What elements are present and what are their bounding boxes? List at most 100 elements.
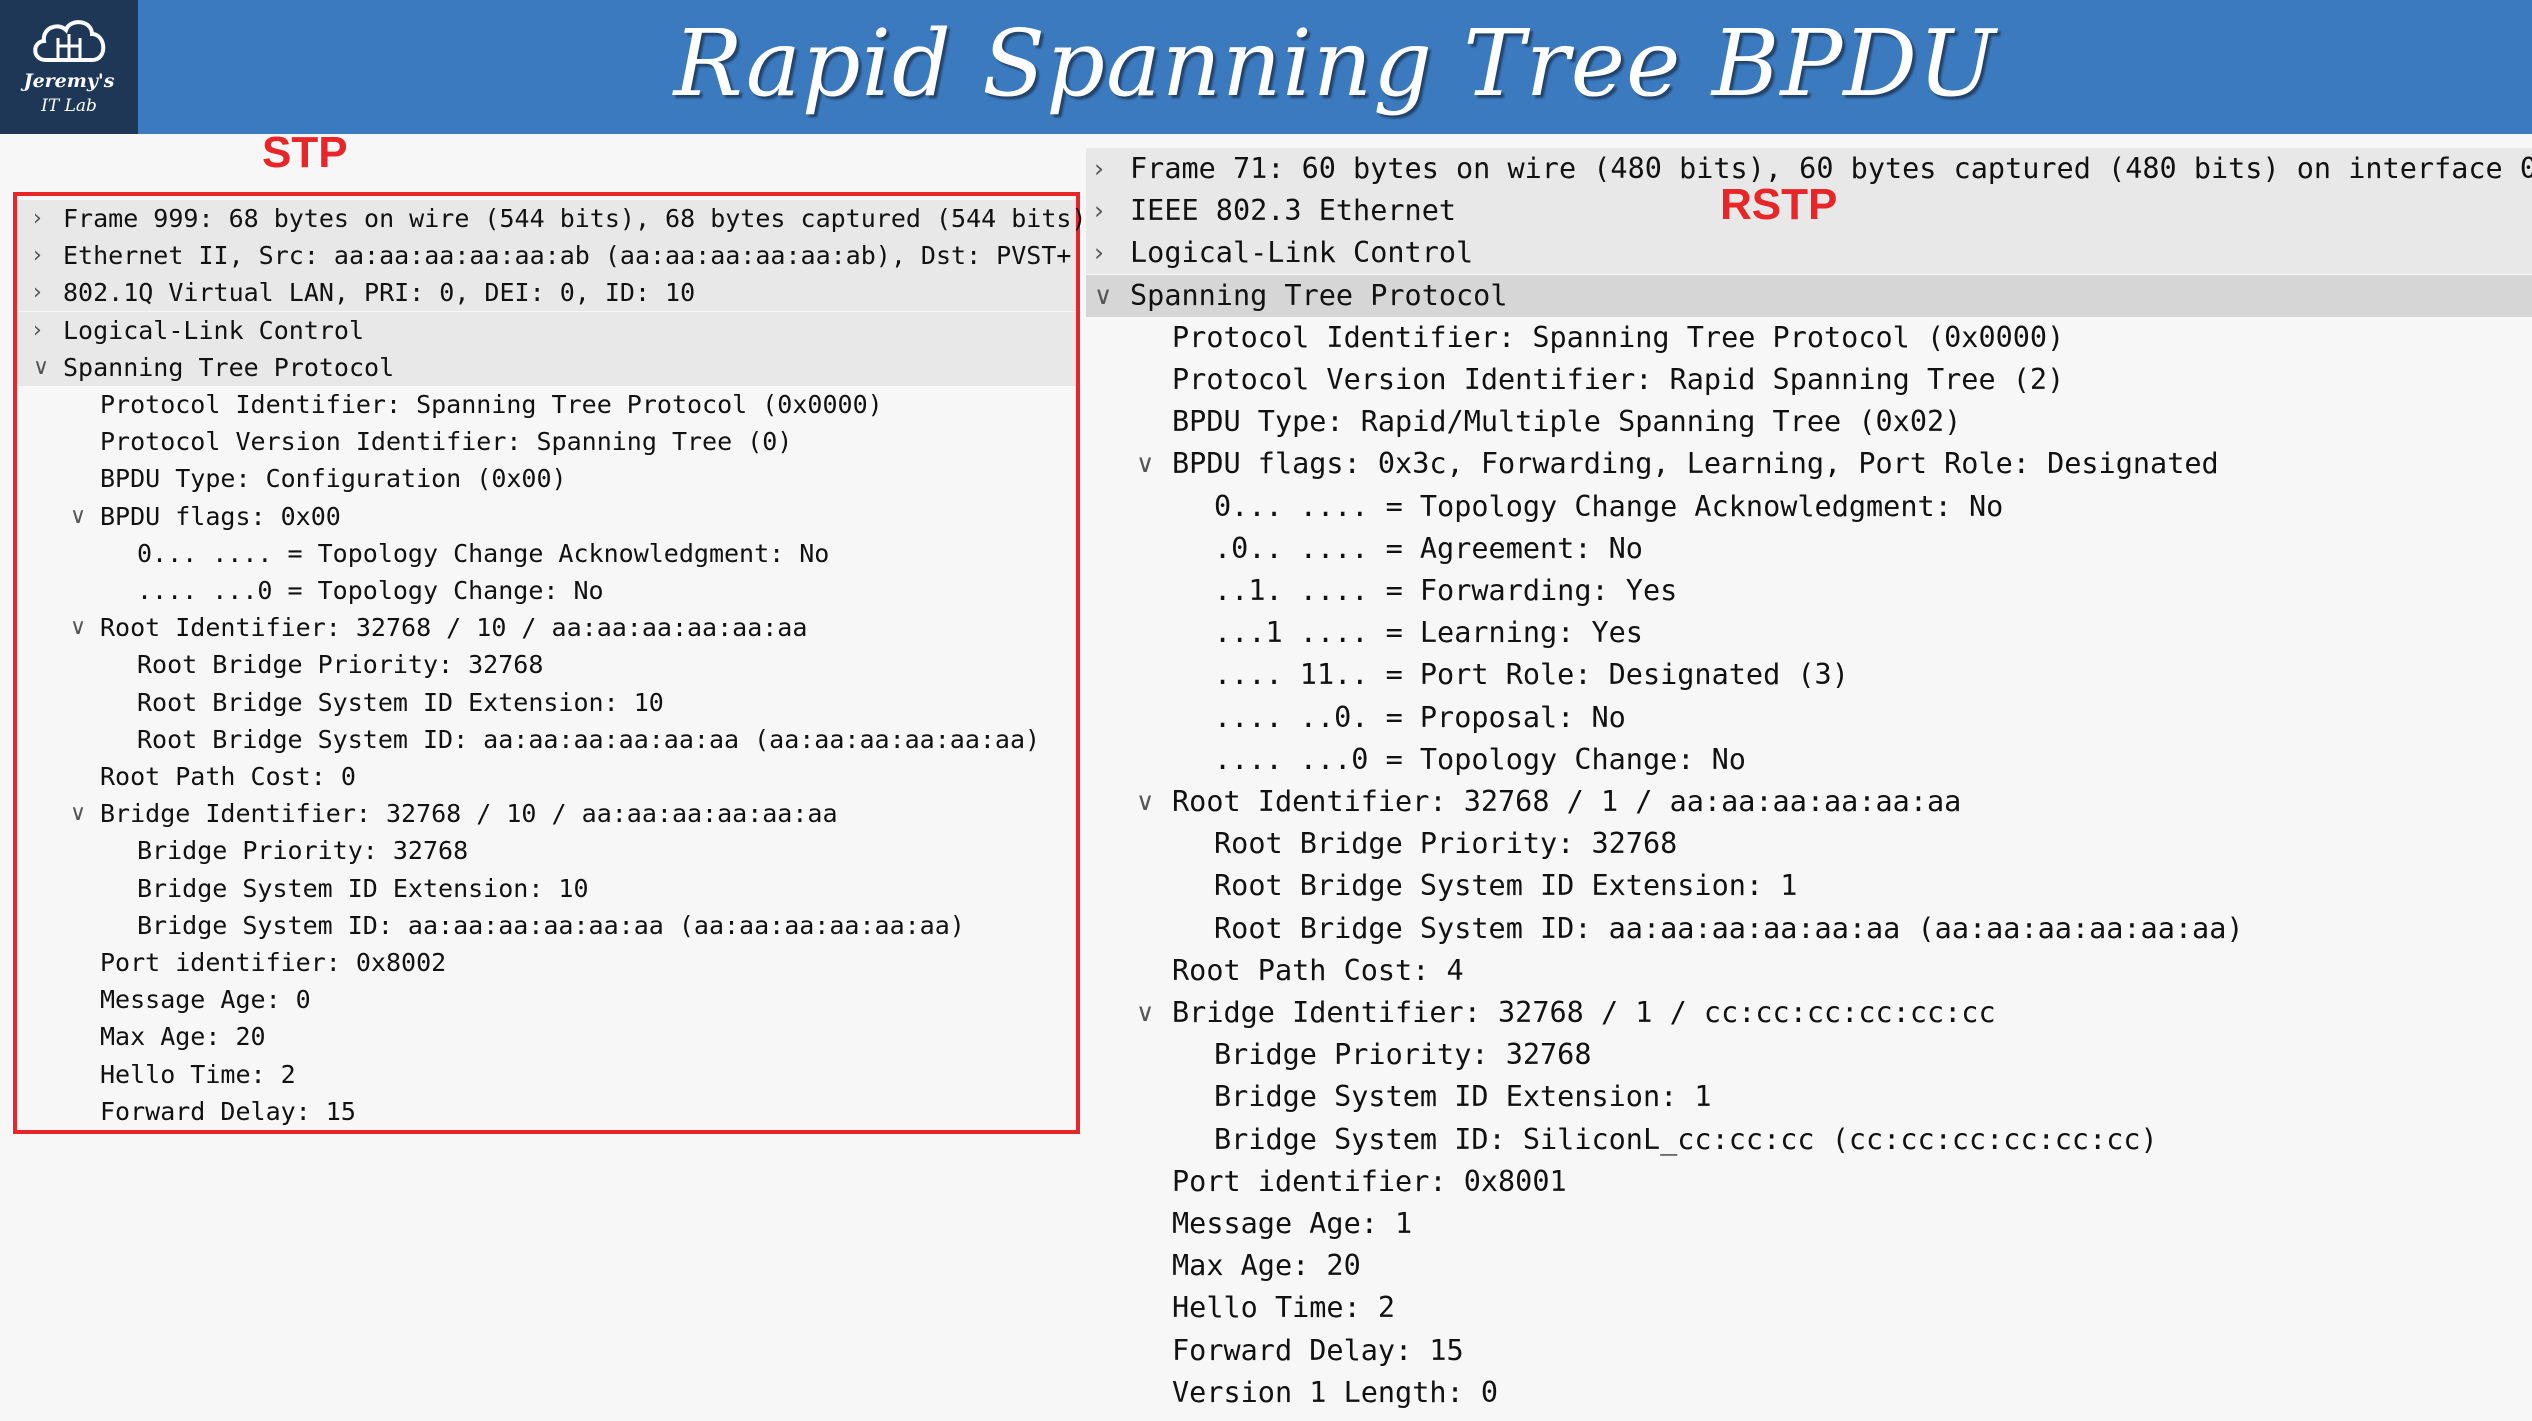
tree-row-label: ..1. .... = Forwarding: Yes [1214,574,1678,607]
tree-row-label: Bridge System ID: aa:aa:aa:aa:aa:aa (aa:… [137,910,965,940]
tree-field[interactable]: Protocol Identifier: Spanning Tree Proto… [17,386,1076,423]
tree-node[interactable]: › Frame 999: 68 bytes on wire (544 bits),… [17,200,1087,237]
tree-row-label: 0... .... = Topology Change Acknowledgme… [137,538,830,568]
tree-field[interactable]: Root Bridge Priority: 32768 [1086,823,2532,865]
tree-row-label: Logical-Link Control [1130,236,1474,270]
tree-node[interactable]: ∨ BPDU flags: 0x3c, Forwarding, Learning,… [1086,443,2532,485]
tree-row-label: Max Age: 20 [100,1022,266,1052]
tree-field[interactable]: Message Age: 1 [1086,1203,2532,1245]
tree-field[interactable]: 0... .... = Topology Change Acknowledgme… [1086,486,2532,528]
tree-row-label: IEEE 802.3 Ethernet [1130,194,1457,228]
tree-field[interactable]: Protocol Identifier: Spanning Tree Proto… [1086,317,2532,359]
tree-field[interactable]: Bridge System ID Extension: 10 [17,870,1076,907]
tree-field[interactable]: Protocol Version Identifier: Rapid Spann… [1086,359,2532,401]
tree-field[interactable]: Root Bridge System ID: aa:aa:aa:aa:aa:aa… [1086,908,2532,950]
tree-row-label: Message Age: 1 [1172,1207,1413,1240]
tree-row-label: 802.1Q Virtual LAN, PRI: 0, DEI: 0, ID: … [63,278,696,308]
expand-arrow-icon[interactable]: ∨ [33,349,49,386]
tree-field[interactable]: Max Age: 20 [17,1018,1076,1055]
tree-field[interactable]: Hello Time: 2 [1086,1287,2532,1329]
tree-field[interactable]: Protocol Version Identifier: Spanning Tr… [17,423,1076,460]
logo-line-1: Jeremy's [23,70,115,92]
tree-row-label: Bridge System ID Extension: 10 [137,873,589,903]
tree-row-label: Root Identifier: 32768 / 1 / aa:aa:aa:aa… [1172,785,1962,818]
tree-row-label: Root Bridge System ID: aa:aa:aa:aa:aa:aa… [137,724,1041,754]
tree-field[interactable]: Forward Delay: 15 [1086,1330,2532,1372]
expand-arrow-icon[interactable]: ∨ [1136,443,1154,485]
expand-arrow-icon[interactable]: ∨ [1136,992,1154,1034]
collapse-arrow-icon[interactable]: › [33,312,42,349]
tree-field[interactable]: .... ...0 = Topology Change: No [1086,739,2532,781]
page-title: Rapid Spanning Tree BPDU [673,10,1997,117]
tree-field[interactable]: Bridge Priority: 32768 [1086,1034,2532,1076]
tree-row-label: Root Bridge System ID Extension: 10 [137,687,664,717]
tree-node[interactable]: ∨ Spanning Tree Protocol [1086,274,2532,317]
tree-node[interactable]: ∨ Bridge Identifier: 32768 / 10 / aa:aa:a… [17,795,1076,832]
tree-field[interactable]: .0.. .... = Agreement: No [1086,528,2532,570]
tree-field[interactable]: Bridge System ID Extension: 1 [1086,1076,2532,1118]
expand-arrow-icon[interactable]: ∨ [70,498,86,535]
tree-field[interactable]: BPDU Type: Configuration (0x00) [17,460,1076,497]
tree-field[interactable]: Port identifier: 0x8002 [17,944,1076,981]
tree-row-label: Protocol Version Identifier: Spanning Tr… [100,427,793,457]
tree-row-label: .... 11.. = Port Role: Designated (3) [1214,658,1849,692]
tree-field[interactable]: Root Bridge System ID: aa:aa:aa:aa:aa:aa… [17,721,1076,758]
tree-field[interactable]: Bridge System ID: aa:aa:aa:aa:aa:aa (aa:… [17,907,1076,944]
tree-field[interactable]: ...1 .... = Learning: Yes [1086,612,2532,654]
tree-row-label: Bridge System ID: SiliconL_cc:cc:cc (cc:… [1214,1122,2158,1156]
tree-row-label: Bridge Identifier: 32768 / 1 / cc:cc:cc:… [1172,996,1996,1029]
tree-field[interactable]: Port identifier: 0x8001 [1086,1161,2532,1203]
expand-arrow-icon[interactable]: ∨ [70,795,86,832]
collapse-arrow-icon[interactable]: › [1094,148,1104,190]
tree-field[interactable]: ..1. .... = Forwarding: Yes [1086,570,2532,612]
tree-field[interactable]: Root Bridge System ID Extension: 1 [1086,865,2532,907]
tree-field[interactable]: Root Bridge System ID Extension: 10 [17,684,1076,721]
tree-field[interactable]: Version 1 Length: 0 [1086,1372,2532,1414]
expand-arrow-icon[interactable]: ∨ [1136,781,1154,823]
tree-field[interactable]: Root Path Cost: 0 [17,758,1076,795]
tree-node[interactable]: › Logical-Link Control [1086,232,2532,275]
tree-node[interactable]: ∨ Root Identifier: 32768 / 10 / aa:aa:aa:… [17,609,1076,646]
tree-field[interactable]: .... ..0. = Proposal: No [1086,697,2532,739]
tree-node[interactable]: ∨ Spanning Tree Protocol [17,348,1076,386]
collapse-arrow-icon[interactable]: › [33,237,42,274]
tree-field[interactable]: Root Path Cost: 4 [1086,950,2532,992]
tree-field[interactable]: Bridge Priority: 32768 [17,832,1076,869]
tree-node[interactable]: › Logical-Link Control [17,311,1076,349]
tree-node[interactable]: ∨ BPDU flags: 0x00 [17,498,1076,535]
tree-field[interactable]: Message Age: 0 [17,981,1076,1018]
tree-row-label: Bridge Identifier: 32768 / 10 / aa:aa:aa… [100,799,838,829]
tree-field[interactable]: Hello Time: 2 [17,1056,1076,1093]
tree-row-label: Protocol Version Identifier: Rapid Spann… [1172,363,2065,396]
tree-field[interactable]: Max Age: 20 [1086,1245,2532,1287]
tree-field[interactable]: .... 11.. = Port Role: Designated (3) [1086,654,2532,696]
collapse-arrow-icon[interactable]: › [1094,190,1104,232]
tree-field[interactable]: Bridge System ID: SiliconL_cc:cc:cc (cc:… [1086,1119,2532,1161]
tree-row-label: Forward Delay: 15 [1172,1333,1464,1367]
tree-row-label: Root Path Cost: 0 [100,762,356,791]
collapse-arrow-icon[interactable]: › [1094,232,1104,274]
tree-row-label: .... ...0 = Topology Change: No [137,576,604,605]
tree-field[interactable]: Forward Delay: 15 [17,1093,1076,1130]
tree-row-label: Bridge Priority: 32768 [1214,1038,1592,1072]
tree-row-label: Protocol Identifier: Spanning Tree Proto… [1172,320,2065,354]
tree-node[interactable]: ∨ Root Identifier: 32768 / 1 / aa:aa:aa:a… [1086,781,2532,823]
collapse-arrow-icon[interactable]: › [33,200,42,237]
tree-node[interactable]: › Ethernet II, Src: aa:aa:aa:aa:aa:ab (aa… [17,237,1076,275]
expand-arrow-icon[interactable]: ∨ [70,609,86,646]
expand-arrow-icon[interactable]: ∨ [1094,275,1112,317]
tree-node[interactable]: › 802.1Q Virtual LAN, PRI: 0, DEI: 0, ID:… [17,274,1076,312]
tree-row-label: Protocol Identifier: Spanning Tree Proto… [100,390,883,419]
tree-row-label: Version 1 Length: 0 [1172,1375,1499,1409]
tree-row-label: Logical-Link Control [63,315,365,345]
tree-field[interactable]: BPDU Type: Rapid/Multiple Spanning Tree … [1086,401,2532,443]
tree-field[interactable]: .... ...0 = Topology Change: No [17,572,1076,609]
tree-node[interactable]: ∨ Bridge Identifier: 32768 / 1 / cc:cc:cc… [1086,992,2532,1034]
tree-row-label: Root Bridge Priority: 32768 [137,650,544,680]
tree-row-label: Forward Delay: 15 [100,1096,356,1126]
tree-field[interactable]: 0... .... = Topology Change Acknowledgme… [17,535,1076,572]
collapse-arrow-icon[interactable]: › [33,274,42,311]
tree-field[interactable]: Root Bridge Priority: 32768 [17,646,1076,683]
tree-row-label: BPDU Type: Configuration (0x00) [100,464,567,494]
stp-label: STP [262,128,348,177]
